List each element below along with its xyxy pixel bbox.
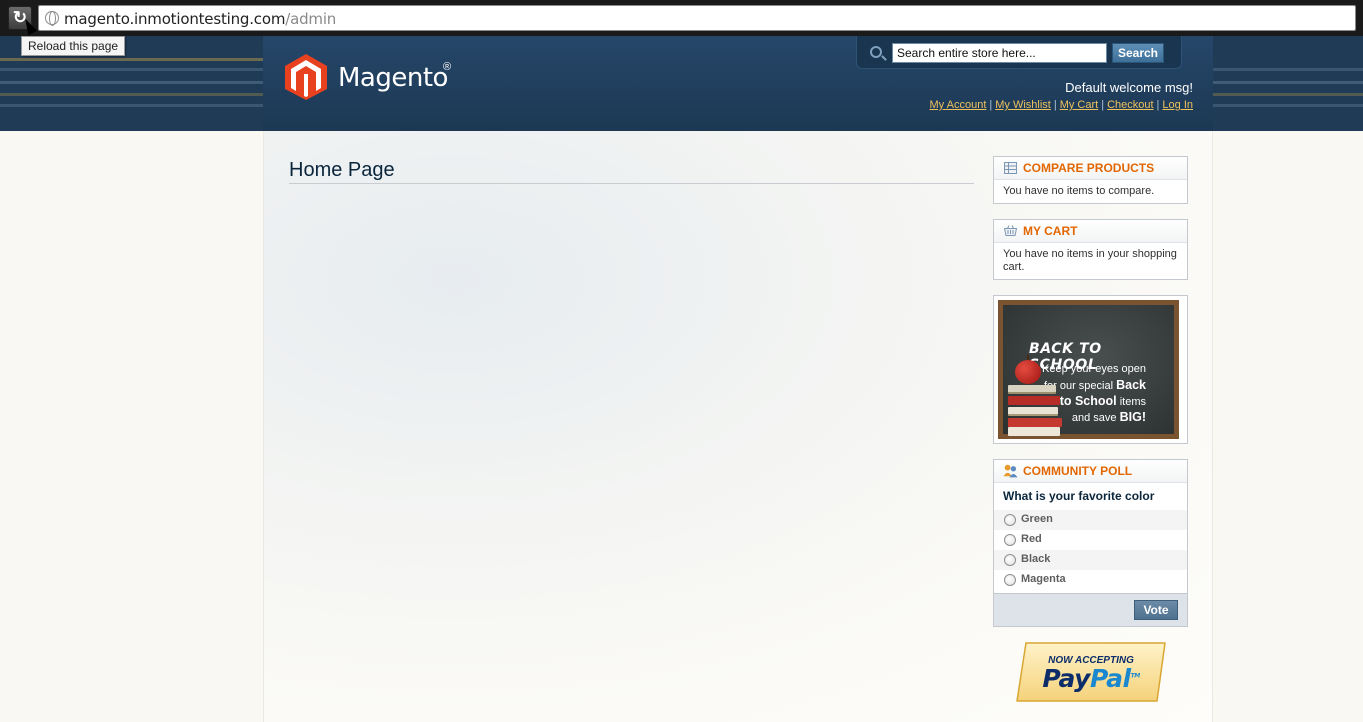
url-path: /admin [285, 10, 337, 28]
poll-radio[interactable] [1004, 514, 1016, 526]
poll-option-label: Green [1021, 513, 1053, 525]
compare-empty-text: You have no items to compare. [1003, 185, 1155, 197]
search-button[interactable]: Search [1112, 43, 1164, 63]
link-my-wishlist[interactable]: My Wishlist [995, 99, 1051, 111]
poll-radio[interactable] [1004, 554, 1016, 566]
search-panel: Search [856, 36, 1182, 69]
poll-option-label: Red [1021, 533, 1042, 545]
url-host: magento.inmotiontesting.com [64, 10, 286, 28]
banner-text: items [1119, 396, 1146, 408]
link-my-account[interactable]: My Account [930, 99, 987, 111]
header-links: My Account | My Wishlist | My Cart | Checkout |… [880, 99, 1193, 111]
poll-question: What is your favorite color [1003, 489, 1155, 503]
poll-option[interactable]: Red [994, 530, 1187, 550]
search-input[interactable] [892, 43, 1107, 63]
banner-text: and save [1071, 412, 1117, 424]
paypal-logo: PayPalTM [1016, 664, 1166, 693]
cart-empty-text: You have no items in your shopping cart. [1003, 248, 1177, 273]
poll-option[interactable]: Black [994, 550, 1187, 570]
back-to-school-banner[interactable]: BACK TO SCHOOL Keep your eyes open for o… [998, 300, 1179, 439]
cart-icon [1004, 225, 1017, 236]
link-separator: | [989, 99, 993, 111]
banner-text-bold: Back [1116, 378, 1146, 392]
address-bar[interactable]: magento.inmotiontesting.com/admin [38, 5, 1356, 31]
welcome-message: Default welcome msg! [1065, 80, 1193, 95]
compare-products-block: Compare Products You have no items to co… [993, 156, 1188, 204]
apple-icon [1015, 360, 1041, 384]
poll-radio[interactable] [1004, 574, 1016, 586]
block-title: Compare Products [994, 157, 1187, 180]
poll-option-label: Magenta [1021, 573, 1066, 585]
browser-toolbar: ↻ magento.inmotiontesting.com/admin [0, 0, 1363, 36]
poll-option-label: Black [1021, 553, 1051, 565]
logo-text: Magento [338, 63, 448, 93]
compare-title: Compare Products [1023, 161, 1155, 175]
magento-logo[interactable]: Magento ® [285, 54, 455, 104]
poll-option[interactable]: Green [994, 510, 1187, 530]
globe-icon [45, 11, 59, 26]
banner-line: and save BIG! [1072, 410, 1146, 424]
poll-actions: Vote [994, 593, 1187, 626]
cart-title: My Cart [1023, 224, 1078, 238]
paypal-tm: TM [1130, 672, 1141, 680]
search-icon [870, 46, 882, 58]
poll-users-icon [1003, 464, 1018, 478]
page-title: Home Page [289, 159, 974, 184]
link-my-cart[interactable]: My Cart [1060, 99, 1099, 111]
banner-line: to School items [1060, 394, 1146, 408]
block-title: Community Poll [994, 460, 1187, 483]
paypal-badge[interactable]: NOW ACCEPTING PayPalTM [1016, 642, 1166, 702]
book-icon [1008, 407, 1058, 416]
poll-option[interactable]: Magenta [994, 570, 1187, 590]
my-cart-block: My Cart You have no items in your shoppi… [993, 219, 1188, 280]
banner-text-bold: BIG! [1119, 410, 1146, 424]
logo-registered-mark: ® [443, 61, 452, 73]
chalkboard-image: BACK TO SCHOOL Keep your eyes open for o… [1003, 305, 1174, 436]
poll-title: Community Poll [1023, 464, 1133, 478]
community-poll-block: Community Poll What is your favorite col… [993, 459, 1188, 627]
book-icon [1008, 418, 1062, 427]
book-icon [1008, 385, 1056, 394]
banner-block: BACK TO SCHOOL Keep your eyes open for o… [993, 295, 1188, 444]
banner-line: for our special Back [1044, 378, 1146, 392]
magento-logo-icon [285, 54, 327, 100]
link-separator: | [1101, 99, 1105, 111]
link-separator: | [1053, 99, 1057, 111]
block-title: My Cart [994, 220, 1187, 243]
banner-line: Keep your eyes open [1042, 363, 1146, 375]
paypal-logo-pay: Pay [1042, 664, 1090, 693]
book-icon [1008, 396, 1060, 405]
reload-tooltip: Reload this page [21, 36, 126, 56]
link-log-in[interactable]: Log In [1162, 99, 1193, 111]
compare-icon [1004, 162, 1017, 174]
store-header: Magento ® Search Default welcome msg! My… [0, 36, 1363, 131]
poll-radio[interactable] [1004, 534, 1016, 546]
book-icon [1008, 427, 1060, 436]
link-checkout[interactable]: Checkout [1107, 99, 1153, 111]
vote-button[interactable]: Vote [1134, 600, 1178, 620]
paypal-logo-pal: Pal [1089, 664, 1131, 693]
banner-text: Keep your eyes open [1042, 363, 1146, 375]
banner-text-bold: to School [1059, 394, 1117, 408]
url-text: magento.inmotiontesting.com/admin [64, 10, 336, 28]
